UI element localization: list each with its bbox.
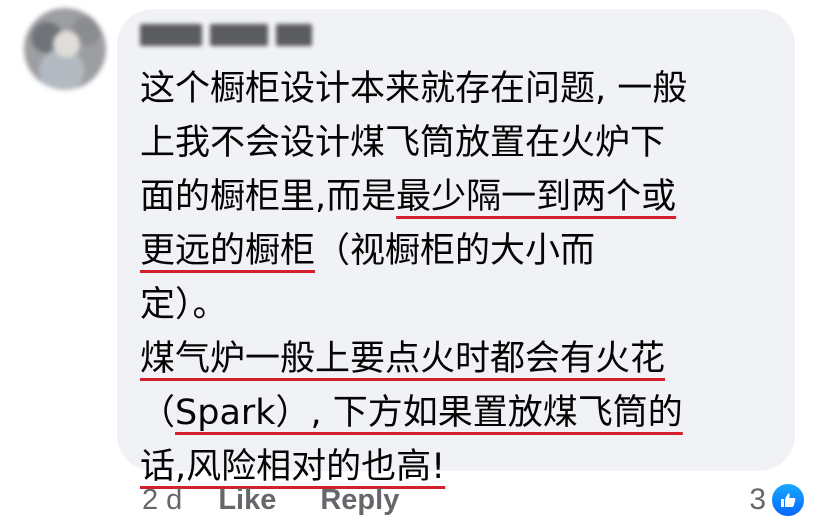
comment-text-segment: 这个橱柜设计本来就存在问题, 一般: [140, 69, 688, 109]
author-name-blurred-block: [140, 24, 202, 46]
author-name-blurred-block: [276, 24, 312, 46]
comment-line: 煤气炉一般上要点火时都会有火花: [140, 332, 790, 386]
comment-line: 更远的橱柜（视橱柜的大小而: [140, 224, 790, 278]
underlined-text: 煤气炉一般上要点火时都会有火花: [140, 339, 666, 379]
underlined-text: 最少隔一到两个或: [396, 177, 677, 217]
comment-line: 上我不会设计煤飞筒放置在火炉下: [140, 116, 790, 170]
like-button[interactable]: Like: [218, 484, 276, 517]
underlined-text: 话,风险相对的也高!: [140, 447, 446, 487]
comment-text-segment: 定）。: [140, 285, 228, 325]
comment-line: （Spark）, 下方如果置放煤飞筒的: [140, 386, 790, 440]
comment-text-segment: 面的橱柜里,而是: [140, 177, 397, 217]
comment-text-segment: （: [140, 393, 176, 433]
author-name[interactable]: [140, 24, 320, 46]
underlined-text: Spark）, 下方如果置放煤飞筒的: [175, 393, 683, 433]
avatar[interactable]: [24, 8, 106, 90]
comment-text: 这个橱柜设计本来就存在问题, 一般 上我不会设计煤飞筒放置在火炉下 面的橱柜里,而是…: [140, 62, 790, 494]
comment-actions: 2 d Like Reply: [142, 482, 443, 518]
thumbs-up-icon: [770, 482, 806, 518]
author-name-blurred-block: [210, 24, 268, 46]
comment-text-segment: （视橱柜的大小而: [315, 231, 596, 271]
reaction-summary[interactable]: 3: [749, 482, 806, 518]
comment-line: 面的橱柜里,而是最少隔一到两个或: [140, 170, 790, 224]
underlined-text: 更远的橱柜: [140, 231, 316, 271]
comment-line: 定）。: [140, 278, 790, 332]
comment-line: 这个橱柜设计本来就存在问题, 一般: [140, 62, 790, 116]
reply-button[interactable]: Reply: [320, 484, 399, 517]
comment-text-segment: 上我不会设计煤飞筒放置在火炉下: [140, 123, 666, 163]
reaction-count: 3: [749, 483, 766, 516]
comment-timestamp[interactable]: 2 d: [142, 484, 182, 517]
